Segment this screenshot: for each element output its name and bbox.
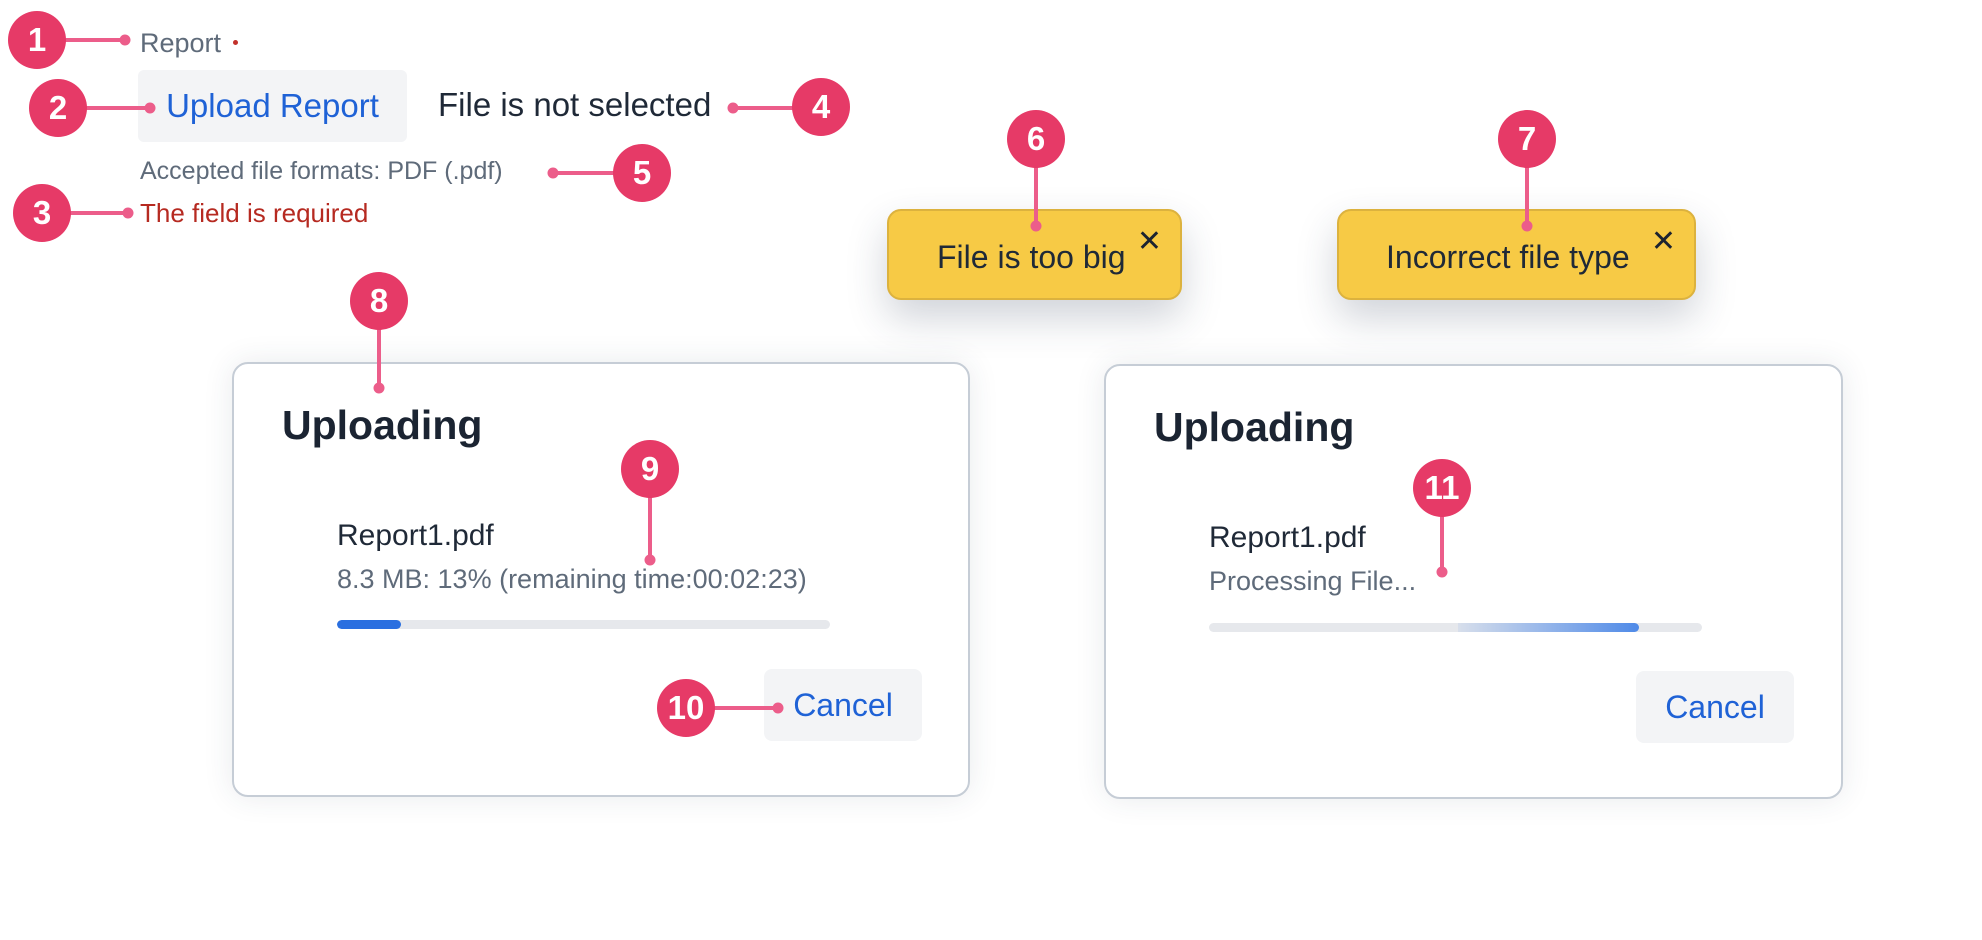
annotation-connector [1034,160,1038,227]
annotation-connector [64,211,128,215]
toast-message: Incorrect file type [1386,239,1630,275]
annotation-dot [144,102,156,114]
field-label-text: Report [140,28,222,58]
annotation-badge: 11 [1413,459,1471,517]
annotation-connector [60,38,125,42]
progress-bar [337,620,830,629]
annotation-connector [1440,510,1444,573]
annotation-badge: 1 [8,11,66,69]
annotation-badge: 9 [621,440,679,498]
cancel-button[interactable]: Cancel [1636,671,1794,743]
processing-status: Processing File... [1209,566,1417,596]
annotation-badge: 2 [29,79,87,137]
annotation-connector [706,706,778,710]
annotation-badge: 3 [13,184,71,242]
annotation-connector [1525,160,1529,227]
annotation-badge: 7 [1498,110,1556,168]
annotation-badge: 10 [657,679,715,737]
accepted-formats-hint: Accepted file formats: PDF (.pdf) [140,157,503,185]
dialog-title: Uploading [282,402,483,448]
close-icon[interactable]: ✕ [1651,227,1676,257]
file-name: Report1.pdf [1209,521,1366,554]
annotation-dot [119,34,131,46]
toast-incorrect-file-type: Incorrect file type ✕ [1337,209,1696,300]
upload-status: 8.3 MB: 13% (remaining time:00:02:23) [337,564,807,594]
file-status-text: File is not selected [438,86,712,123]
progress-fill [337,620,402,629]
annotation-dot [727,102,739,114]
annotation-connector [648,490,652,560]
dialog-title: Uploading [1154,404,1355,450]
upload-dialog-progress: Uploading Report1.pdf 8.3 MB: 13% (remai… [232,362,970,797]
annotation-badge: 5 [613,144,671,202]
required-indicator [233,40,239,46]
annotation-dot [644,554,656,566]
annotation-dot [373,382,385,394]
annotation-badge: 6 [1007,110,1065,168]
annotation-badge: 8 [350,272,408,330]
upload-report-button[interactable]: Upload Report [138,70,407,142]
cancel-button[interactable]: Cancel [764,669,922,741]
annotation-dot [772,702,784,714]
annotation-dot [122,207,134,219]
file-name: Report1.pdf [337,519,494,552]
progress-indeterminate-segment [1458,623,1639,632]
required-error-message: The field is required [140,198,369,228]
annotation-connector [553,171,621,175]
annotation-dot [1436,566,1448,578]
close-icon[interactable]: ✕ [1137,227,1162,257]
annotation-connector [733,106,799,110]
annotation-dot [547,167,559,179]
progress-bar-indeterminate [1209,623,1702,632]
toast-message: File is too big [937,239,1126,275]
annotation-connector [377,322,381,388]
annotation-dot [1030,220,1042,232]
field-label: Report [140,28,239,59]
annotation-dot [1521,220,1533,232]
annotation-badge: 4 [792,78,850,136]
upload-dialog-processing: Uploading Report1.pdf Processing File...… [1104,364,1843,799]
annotation-connector [80,106,150,110]
